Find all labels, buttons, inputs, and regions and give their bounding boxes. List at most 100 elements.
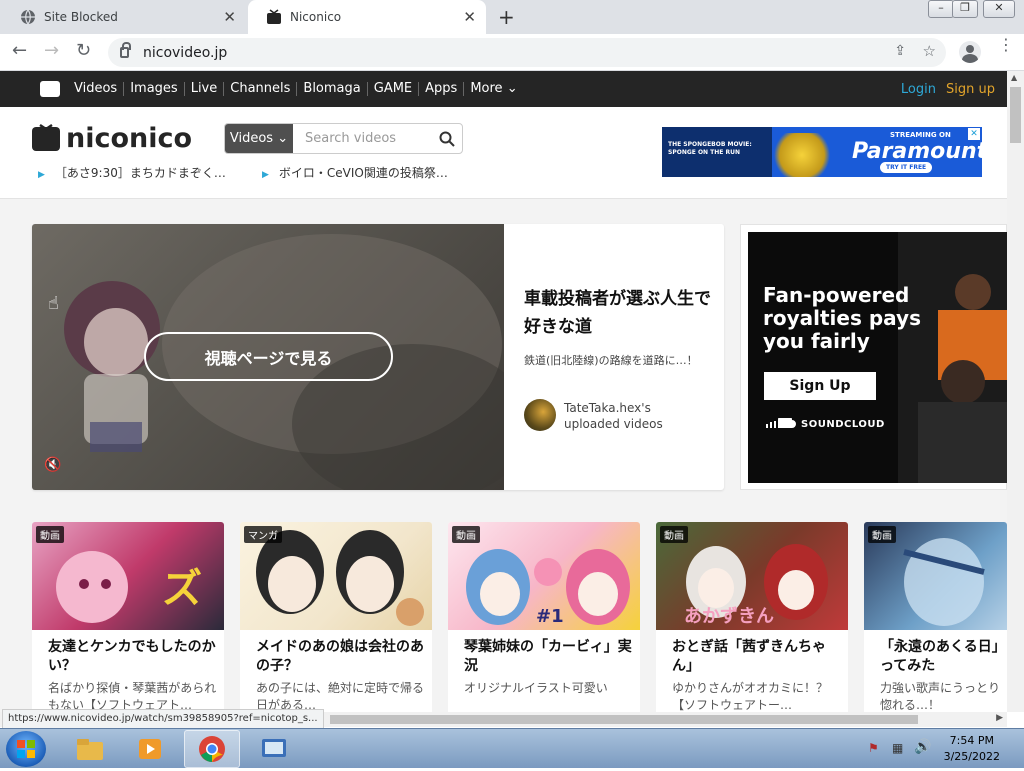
share-icon[interactable]: ⇪ [894,43,906,59]
nav-blomaga[interactable]: Blomaga [296,82,366,96]
nav-videos[interactable]: Videos [68,82,123,96]
featured-description: 鉄道(旧北陸線)の路線を道路に…！ [524,354,698,367]
svg-text:#1: #1 [536,606,564,627]
niconico-logo[interactable]: niconico [32,123,192,154]
card-title[interactable]: 「永遠のあくる日」ってみた [880,638,1007,676]
login-link[interactable]: Login [901,82,936,97]
menu-dots-icon[interactable]: ⋮ [998,37,1014,53]
clock-time: 7:54 PM [949,734,994,747]
taskbar: ⚑ ▦ 🔊 7:54 PM 3/25/2022 [0,728,1024,768]
uploader-link[interactable]: TateTaka.hex's uploaded videos [564,400,694,432]
hand-cursor-icon: ☝ [48,293,59,314]
reload-button[interactable]: ↻ [76,40,91,61]
url-text: nicovideo.jp [143,44,228,61]
close-tab-icon[interactable]: ✕ [223,9,236,25]
ad-signup-button[interactable]: Sign Up [764,372,876,400]
watch-page-button[interactable]: 視聴ページで見る [144,332,393,381]
ticker-item[interactable]: ▶ ［あさ9:30］まちカドまぞく… [38,164,226,181]
soundcloud-logo: SOUNDCLOUD [766,418,885,430]
media-player-icon[interactable] [122,730,178,768]
svg-text:あかずきん: あかずきん [684,606,774,627]
card-tag: マンガ [244,526,282,543]
back-button[interactable]: ← [12,40,27,61]
tab-niconico[interactable]: Niconico ✕ [248,0,486,34]
uploader-avatar[interactable] [524,399,556,431]
browser-toolbar: ← → ↻ nicovideo.jp ⇪ ☆ ⋮ [0,34,1024,71]
ad-headline: Fan-powered royalties pays you fairly [763,283,921,353]
ticker-item[interactable]: ▶ ボイロ・CeVIO関連の投稿祭… [262,164,448,181]
card-tag: 動画 [868,526,896,543]
side-advertisement[interactable]: Fan-powered royalties pays you fairly Si… [740,224,1007,490]
start-button[interactable] [6,731,46,767]
restore-button[interactable]: ❐ [952,0,978,18]
search-type-select[interactable]: Videos ⌄ [225,124,293,153]
featured-video[interactable]: 視聴ページで見る 🔇 車載投稿者が選ぶ人生で好きな道 鉄道(旧北陸線)の路線を道… [32,224,724,490]
clock-date: 3/25/2022 [943,750,1000,763]
file-explorer-icon[interactable] [62,730,118,768]
chrome-taskbar-icon[interactable] [184,730,240,768]
status-bar-url: https://www.nicovideo.jp/watch/sm3985890… [2,709,324,729]
niconico-tv-icon [266,9,282,25]
content-card[interactable]: あかずきん 動画 おとぎ話「茜ずきんちゃん」 ゆかりさんがオオカミに！？【ソフト… [656,522,848,712]
content-card[interactable]: 動画 「永遠のあくる日」ってみた 力強い歌声にうっとり惚れる…！ [864,522,1007,712]
tab-title: Niconico [290,10,342,24]
ad-movie-title: THE SPONGEBOB MOVIE: SPONGE ON THE RUN [668,141,752,156]
card-tag: 動画 [36,526,64,543]
card-title[interactable]: メイドのあの娘は会社のあの子？ [256,638,426,676]
bookmark-star-icon[interactable]: ☆ [923,42,936,60]
scrollbar-thumb[interactable] [1010,87,1021,143]
content-card[interactable]: #1 動画 琴葉姉妹の「カービィ」実況 オリジナルイラスト可愛い [448,522,640,712]
content-card[interactable]: マンガ メイドのあの娘は会社のあの子？ あの子には、絶対に定時で帰る日がある… [240,522,432,712]
content-card[interactable]: ズ 動画 友達とケンカでもしたのかい？ 名ばかり探偵・琴葉茜があられもない【ソフ… [32,522,224,712]
scrollbar-thumb[interactable] [330,715,918,724]
signup-link[interactable]: Sign up [946,82,995,97]
card-tag: 動画 [660,526,688,543]
spongebob-image [772,133,832,177]
ad-close-icon[interactable]: ✕ [968,128,980,140]
lock-icon [120,42,131,58]
mute-icon[interactable]: 🔇 [44,457,61,473]
tab-title: Site Blocked [44,10,118,24]
logo-tv-icon [32,123,60,151]
site-header: niconico Videos ⌄ Search videos ▶ ［あさ9:30… [0,107,1007,199]
ad-brand: Paramount+ [852,139,982,164]
nav-live[interactable]: Live [183,82,224,96]
close-window-button[interactable]: ✕ [983,0,1015,18]
vertical-scrollbar[interactable]: ▲ [1007,71,1024,712]
action-center-icon[interactable]: ⚑ [868,741,879,755]
chevron-down-icon: ⌄ [506,81,518,96]
nav-more[interactable]: More ⌄ [463,82,523,96]
new-tab-button[interactable]: + [498,5,515,29]
nav-apps[interactable]: Apps [418,82,463,96]
profile-avatar-icon[interactable] [959,41,981,63]
card-title[interactable]: 琴葉姉妹の「カービィ」実況 [464,638,634,676]
search-input[interactable]: Search videos [293,124,432,153]
top-advertisement[interactable]: THE SPONGEBOB MOVIE: SPONGE ON THE RUN S… [662,127,982,177]
featured-title[interactable]: 車載投稿者が選ぶ人生で好きな道 [524,285,714,341]
forward-button[interactable]: → [44,40,59,61]
volume-icon[interactable]: 🔊 [914,739,931,755]
card-tag: 動画 [452,526,480,543]
network-icon[interactable]: ▦ [892,741,903,755]
ad-cta: TRY IT FREE [880,162,933,173]
minimize-button[interactable]: – [928,0,954,18]
globe-icon [20,9,36,25]
niconico-nav: Videos Images Live Channels Blomaga GAME… [0,71,1007,107]
search-icon[interactable] [432,124,462,153]
tab-site-blocked[interactable]: Site Blocked ✕ [2,0,246,34]
clock[interactable]: 7:54 PM 3/25/2022 [944,733,1000,765]
featured-thumbnail[interactable]: 視聴ページで見る 🔇 [32,224,532,490]
card-title[interactable]: 友達とケンカでもしたのかい？ [48,638,218,676]
nav-channels[interactable]: Channels [223,82,296,96]
card-title[interactable]: おとぎ話「茜ずきんちゃん」 [672,638,842,676]
close-tab-icon[interactable]: ✕ [463,9,476,25]
remote-desktop-icon[interactable] [246,730,302,768]
card-subtitle: オリジナルイラスト可愛い [464,681,608,695]
tab-strip: Site Blocked ✕ Niconico ✕ + – ❐ ✕ [0,0,1024,34]
play-triangle-icon: ▶ [262,170,269,180]
niconico-home-icon[interactable] [40,81,60,97]
nav-images[interactable]: Images [123,82,184,96]
card-subtitle: 力強い歌声にうっとり惚れる…！ [880,681,1001,712]
address-bar[interactable]: nicovideo.jp ⇪ ☆ [108,38,946,67]
nav-game[interactable]: GAME [366,82,418,96]
